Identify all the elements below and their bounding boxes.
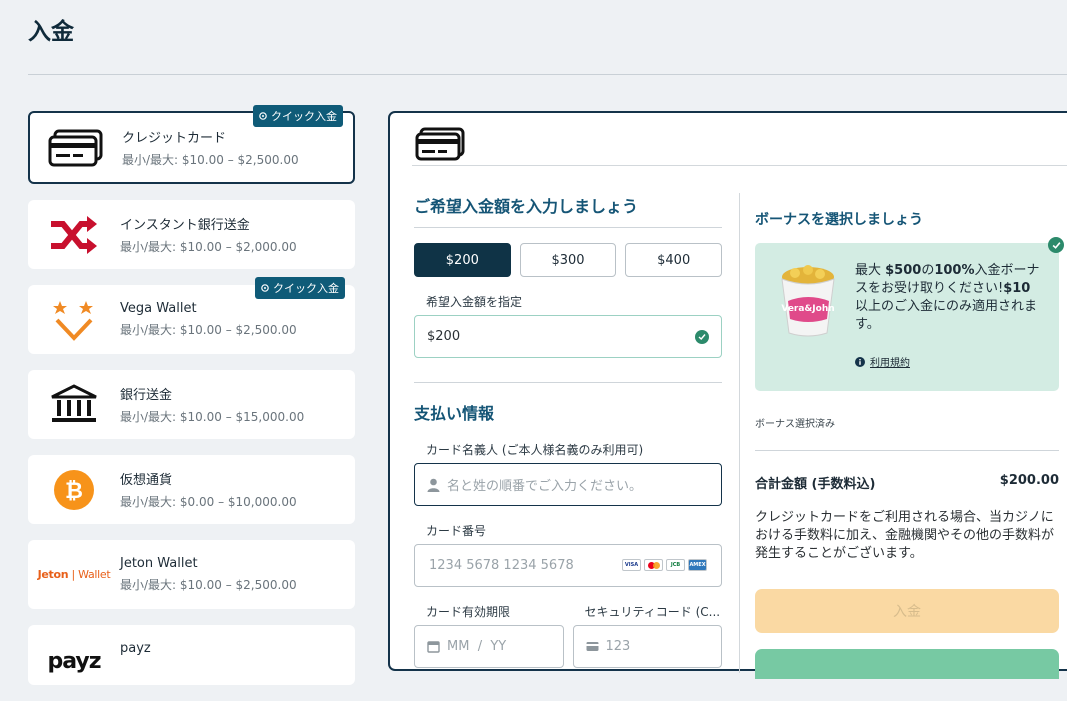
calendar-icon bbox=[427, 641, 440, 653]
method-bank-transfer[interactable]: 銀行送金最小/最大: $10.00 – $15,000.00 bbox=[28, 370, 355, 439]
method-name: クレジットカード bbox=[122, 131, 227, 146]
section-divider bbox=[414, 382, 722, 383]
bitcoin-icon: ₿ bbox=[28, 469, 120, 511]
method-name: payz bbox=[120, 641, 151, 656]
coin-bucket-icon: Vera&John bbox=[775, 261, 841, 343]
amount-option-button[interactable]: $400 bbox=[625, 243, 723, 277]
payment-method-list: クイック入金 クレジットカード最小/最大: $10.00 – $2,500.00… bbox=[28, 105, 355, 701]
summary-column: ボーナスを選択しましょう Vera&John 最大 $500の100%入金ボーナ… bbox=[739, 193, 1064, 679]
page-title: 入金 bbox=[28, 19, 74, 45]
bonus-title: ボーナスを選択しましょう bbox=[755, 212, 923, 228]
cardholder-label: カード名義人 (ご本人様名義のみ利用可) bbox=[426, 443, 644, 457]
total-value: $200.00 bbox=[999, 473, 1059, 488]
expiry-cvc-row: カード有効期限 MM / YY セキュリティコード (C... 123 bbox=[414, 587, 722, 668]
method-limits: 最小/最大: $10.00 – $15,000.00 bbox=[120, 410, 305, 424]
card-number-input[interactable]: 1234 5678 1234 5678 VISA JCB AMEX bbox=[414, 544, 722, 587]
quick-deposit-badge: クイック入金 bbox=[253, 105, 343, 127]
card-icon bbox=[586, 642, 598, 651]
method-payz[interactable]: payz payz bbox=[28, 625, 355, 685]
payz-logo: payz bbox=[47, 649, 101, 674]
method-instant-bank[interactable]: インスタント銀行送金最小/最大: $10.00 – $2,000.00 bbox=[28, 200, 355, 269]
jeton-logo: Jeton | Wallet bbox=[37, 568, 111, 581]
secondary-button[interactable] bbox=[755, 649, 1059, 679]
credit-card-icon bbox=[30, 128, 122, 168]
visa-icon: VISA bbox=[622, 559, 641, 571]
bonus-description: 最大 $500の100%入金ボーナスをお受け取りください!$10以上のご入金にの… bbox=[855, 263, 1040, 332]
payment-title: 支払い情報 bbox=[414, 404, 495, 423]
custom-amount-input[interactable]: $200 bbox=[414, 315, 722, 358]
cardholder-input[interactable]: 名と姓の順番でご入力ください。 bbox=[414, 463, 722, 506]
amount-title: ご希望入金額を入力しましょう bbox=[414, 193, 722, 228]
svg-text:₿: ₿ bbox=[65, 479, 83, 504]
credit-card-icon bbox=[414, 127, 466, 165]
custom-amount-label: 希望入金額を指定 bbox=[426, 295, 523, 309]
method-name: 仮想通貨 bbox=[120, 473, 173, 488]
amount-options: $200 $300 $400 bbox=[414, 243, 723, 277]
bank-icon bbox=[28, 383, 120, 426]
method-name: 銀行送金 bbox=[120, 388, 173, 403]
check-icon bbox=[695, 330, 709, 344]
svg-text:Vera&John: Vera&John bbox=[781, 304, 834, 314]
method-limits: 最小/最大: $10.00 – $2,500.00 bbox=[120, 323, 297, 337]
cvc-label: セキュリティコード (C... bbox=[584, 605, 721, 619]
method-limits: 最小/最大: $10.00 – $2,000.00 bbox=[120, 240, 297, 254]
deposit-button[interactable]: 入金 bbox=[755, 589, 1059, 633]
card-number-label: カード番号 bbox=[426, 524, 487, 538]
method-jeton-wallet[interactable]: Jeton | Wallet Jeton Wallet 最小/最大: $10.00… bbox=[28, 540, 355, 609]
fee-note: クレジットカードをご利用される場合、当カジノにおける手数料に加え、金融機関やその… bbox=[755, 510, 1055, 561]
header-divider bbox=[28, 74, 1067, 75]
method-credit-card[interactable]: クイック入金 クレジットカード最小/最大: $10.00 – $2,500.00 bbox=[28, 105, 355, 184]
expiry-input[interactable]: MM / YY bbox=[414, 625, 564, 668]
shuffle-icon bbox=[28, 214, 120, 256]
check-icon bbox=[1048, 237, 1064, 253]
method-crypto[interactable]: ₿ 仮想通貨最小/最大: $0.00 – $10,000.00 bbox=[28, 455, 355, 524]
card-brand-icons: VISA JCB AMEX bbox=[622, 559, 707, 571]
terms-link[interactable]: 利用規約 bbox=[855, 354, 910, 369]
amount-option-button[interactable]: $300 bbox=[519, 243, 617, 277]
method-name: インスタント銀行送金 bbox=[120, 218, 250, 233]
total-label: 合計金額 (手数料込) bbox=[755, 477, 876, 492]
method-limits: 最小/最大: $10.00 – $2,500.00 bbox=[122, 153, 299, 167]
jcb-icon: JCB bbox=[666, 559, 685, 571]
expiry-label: カード有効期限 bbox=[426, 605, 511, 619]
quick-deposit-badge: クイック入金 bbox=[255, 277, 345, 299]
total-row: 合計金額 (手数料込) $200.00 bbox=[755, 473, 1059, 492]
method-name: Vega Wallet bbox=[120, 301, 197, 316]
form-column: ご希望入金額を入力しましょう $200 $300 $400 希望入金額を指定 $… bbox=[414, 193, 723, 668]
amex-icon: AMEX bbox=[688, 559, 707, 571]
amount-option-button[interactable]: $200 bbox=[414, 243, 511, 277]
method-limits: 最小/最大: $10.00 – $2,500.00 bbox=[120, 578, 297, 592]
panel-divider bbox=[412, 165, 1067, 166]
deposit-form-panel: ご希望入金額を入力しましょう $200 $300 $400 希望入金額を指定 $… bbox=[388, 111, 1067, 679]
summary-divider bbox=[755, 450, 1059, 451]
method-name: Jeton Wallet bbox=[120, 556, 198, 571]
cvc-input[interactable]: 123 bbox=[572, 625, 722, 668]
gear-icon bbox=[259, 112, 267, 120]
bonus-selected-note: ボーナス選択済み bbox=[755, 419, 835, 430]
info-icon bbox=[855, 356, 865, 367]
bonus-card[interactable]: Vera&John 最大 $500の100%入金ボーナスをお受け取りください!$… bbox=[755, 237, 1064, 391]
user-icon bbox=[427, 478, 440, 492]
vega-wallet-icon bbox=[28, 298, 120, 342]
gear-icon bbox=[261, 284, 269, 292]
mastercard-icon bbox=[644, 559, 663, 571]
method-limits: 最小/最大: $0.00 – $10,000.00 bbox=[120, 495, 297, 509]
method-vega-wallet[interactable]: クイック入金 Vega Wallet 最小/最大: $10.00 – $2,500… bbox=[28, 277, 355, 354]
